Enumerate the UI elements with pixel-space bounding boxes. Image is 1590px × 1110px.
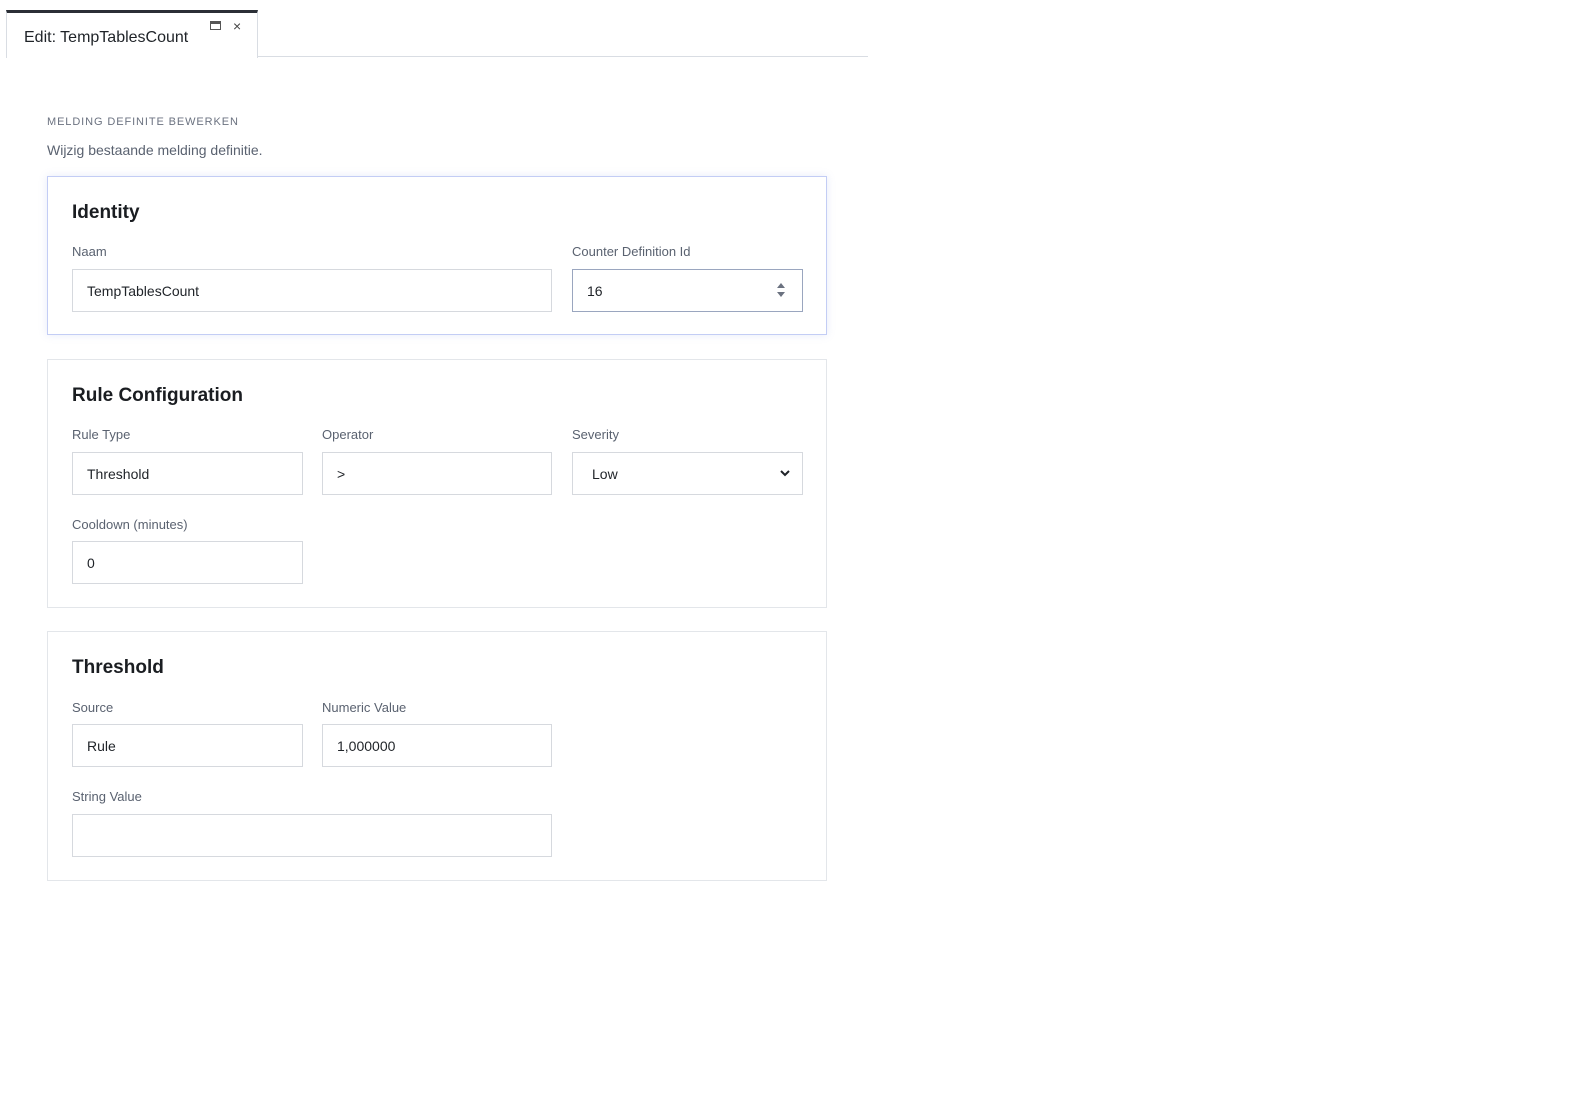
page-eyebrow: MELDING DEFINITE BEWERKEN: [47, 116, 239, 128]
tab-title: Edit: TempTablesCount: [24, 29, 189, 46]
string-value-label: String Value: [72, 789, 142, 804]
document-tab-strip: Edit: TempTablesCount ×: [6, 10, 868, 58]
string-value-input[interactable]: [72, 814, 552, 857]
identity-card: Identity Naam Counter Definition Id: [47, 176, 827, 335]
threshold-card-title: Threshold: [72, 657, 164, 678]
threshold-card: Threshold Source Numeric Value String Va…: [47, 631, 827, 881]
rule-type-input[interactable]: [72, 452, 303, 495]
severity-selected-value: Low: [592, 466, 618, 482]
counter-definition-id-input[interactable]: [572, 269, 803, 312]
counter-definition-id-label: Counter Definition Id: [572, 244, 691, 259]
identity-card-title: Identity: [72, 202, 140, 223]
numeric-value-input[interactable]: [322, 724, 552, 767]
name-input[interactable]: [72, 269, 552, 312]
operator-label: Operator: [322, 427, 374, 442]
name-label: Naam: [72, 244, 107, 259]
rule-configuration-card-title: Rule Configuration: [72, 385, 243, 406]
tab-edit-temptablescount[interactable]: Edit: TempTablesCount ×: [6, 10, 258, 58]
source-input[interactable]: [72, 724, 303, 767]
chevron-down-icon: [780, 470, 790, 477]
rule-type-label: Rule Type: [72, 427, 131, 442]
cooldown-input[interactable]: [72, 541, 303, 584]
operator-input[interactable]: [322, 452, 552, 495]
spinner-up-icon[interactable]: [777, 283, 785, 288]
rule-configuration-card: Rule Configuration Rule Type Operator Se…: [47, 359, 827, 608]
cooldown-label: Cooldown (minutes): [72, 517, 188, 532]
window-dock-icon[interactable]: [210, 21, 221, 30]
numeric-value-label: Numeric Value: [322, 700, 407, 715]
number-spinner-icon[interactable]: [776, 280, 786, 300]
page-subtitle: Wijzig bestaande melding definitie.: [47, 142, 263, 158]
spinner-down-icon[interactable]: [777, 292, 785, 297]
close-icon[interactable]: ×: [233, 19, 241, 33]
severity-label: Severity: [572, 427, 619, 442]
severity-select[interactable]: Low: [572, 452, 803, 495]
source-label: Source: [72, 700, 114, 715]
